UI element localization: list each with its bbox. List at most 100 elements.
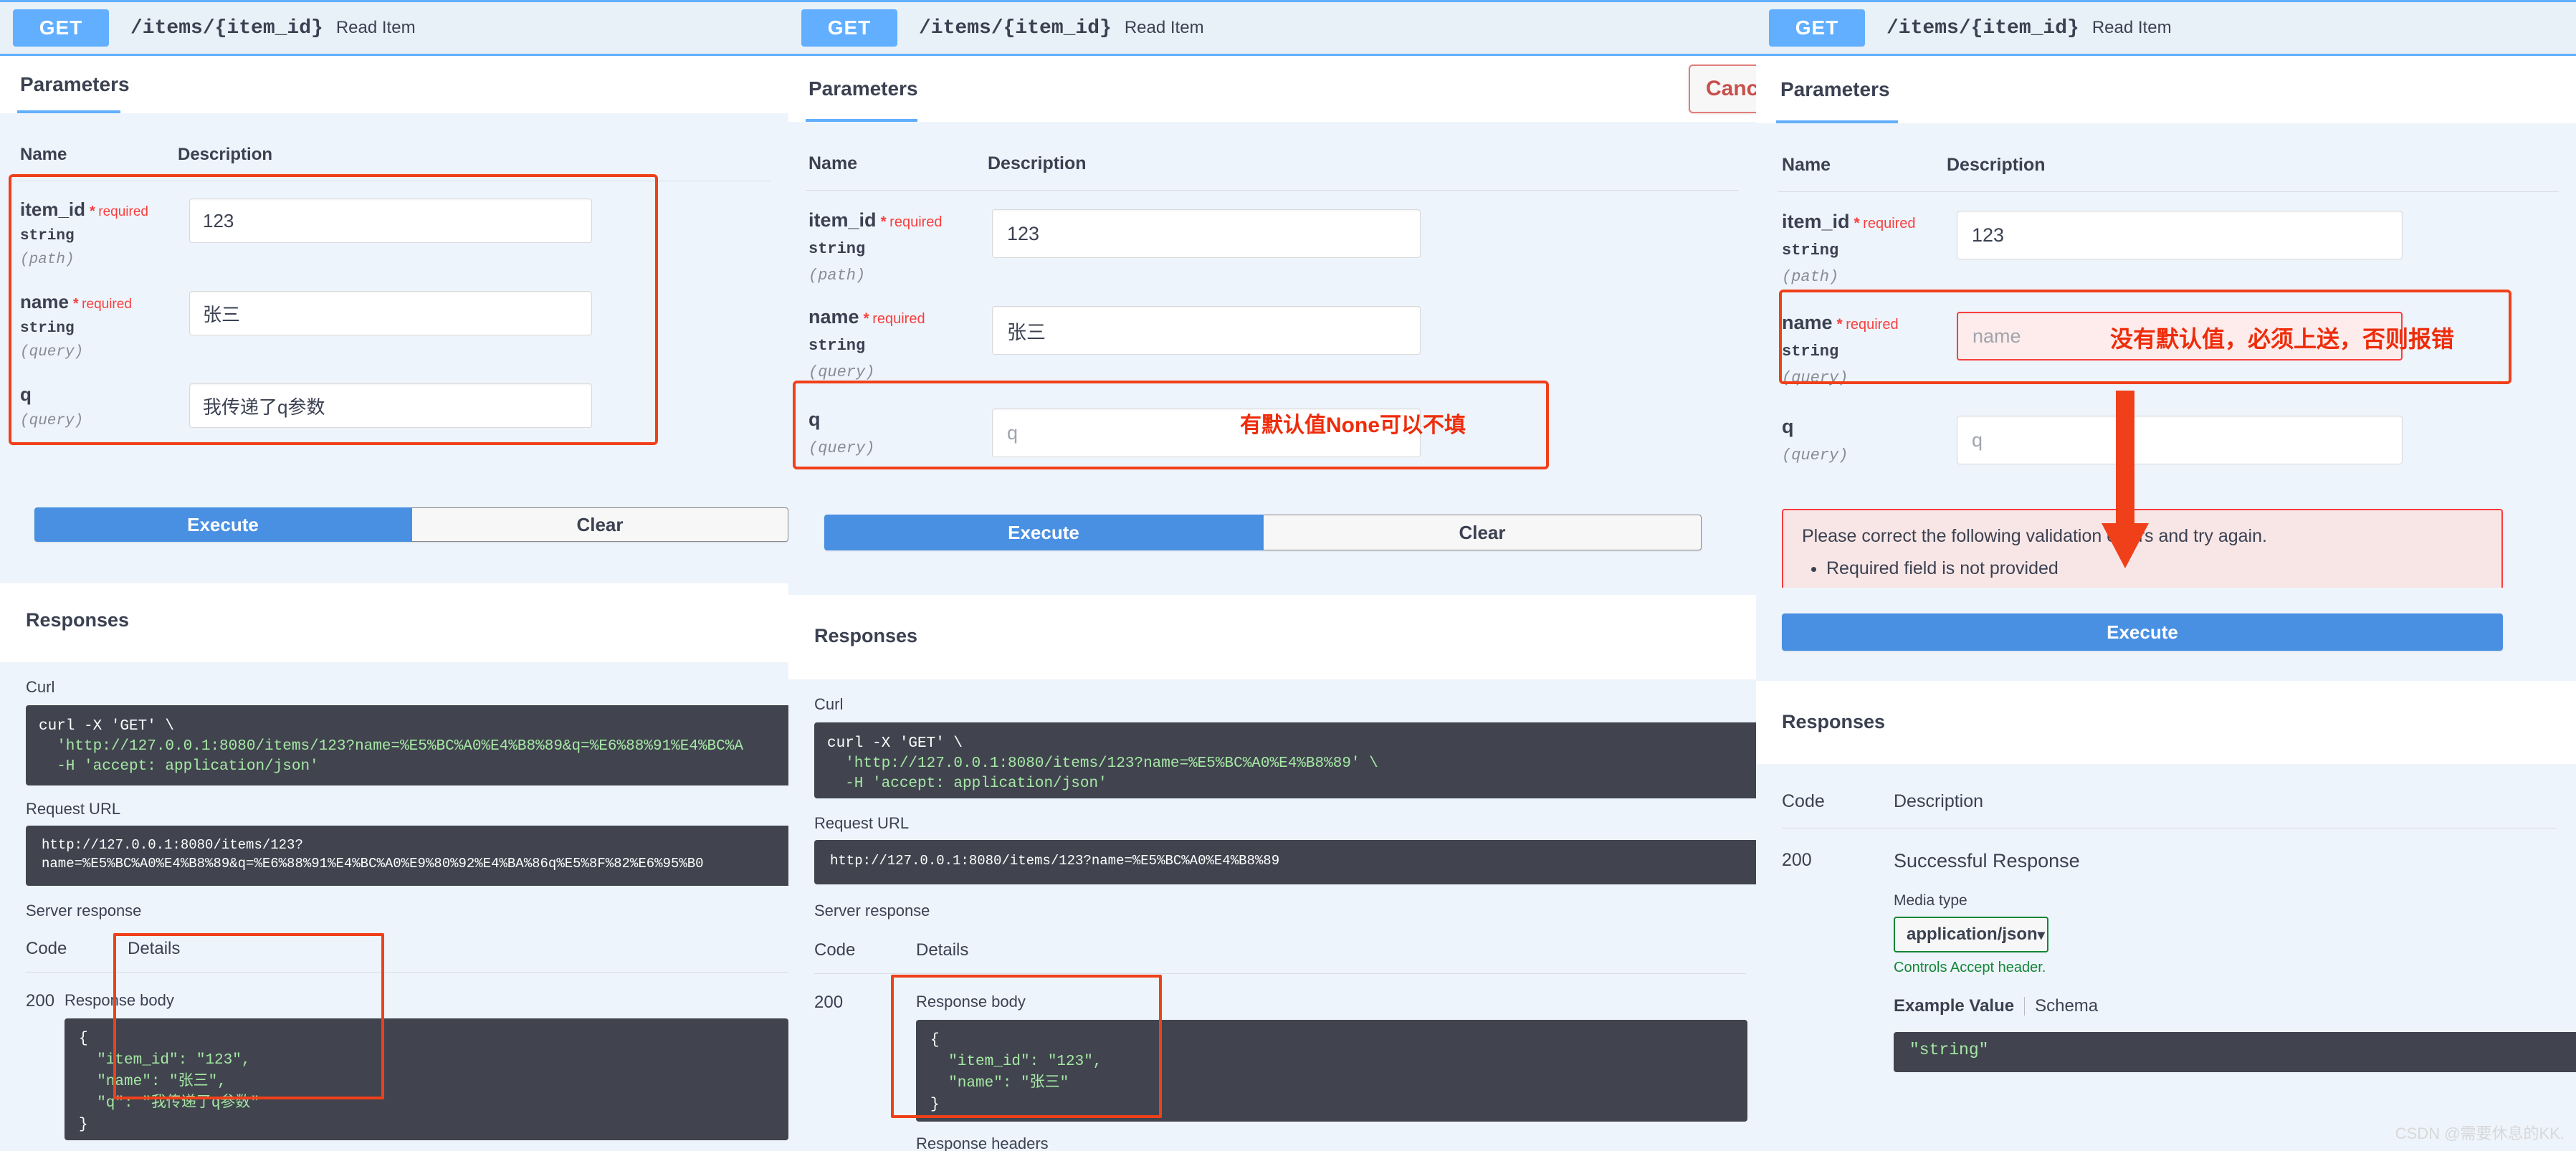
media-type-label: Media type bbox=[1894, 892, 1967, 909]
curl-code-block: curl -X 'GET' \ 'http://127.0.0.1:8080/i… bbox=[26, 705, 788, 785]
param-row-item-id: item_id * required string (path) 123 bbox=[788, 191, 1756, 285]
opblock-header-3[interactable]: GET /items/{item_id} Read Item bbox=[1756, 0, 2576, 56]
curl-line: curl -X 'GET' \ bbox=[827, 735, 963, 752]
request-url-code-block: http://127.0.0.1:8080/items/123? name=%E… bbox=[26, 826, 788, 886]
param-row-q: q (query) 我传递了q参数 bbox=[0, 360, 788, 429]
required-label: required bbox=[98, 204, 148, 219]
required-label: required bbox=[889, 214, 943, 230]
col-header-name: Name bbox=[20, 145, 67, 164]
response-details-3: Code Description 200 Successful Response… bbox=[1756, 764, 2576, 1151]
cancel-button[interactable]: Cancel bbox=[1689, 65, 1756, 113]
validation-error-item: Required field is not provided bbox=[1826, 558, 2483, 579]
opblock-header-2[interactable]: GET /items/{item_id} Read Item bbox=[788, 0, 1756, 56]
request-url-label: Request URL bbox=[814, 814, 910, 832]
required-star: * bbox=[90, 204, 95, 219]
param-input-q[interactable]: 我传递了q参数 bbox=[189, 383, 592, 428]
parameters-area-2: Name Description item_id * required strin… bbox=[788, 122, 1756, 495]
param-input-name[interactable]: 张三 bbox=[992, 306, 1421, 355]
operation-path: /items/{item_id} bbox=[1886, 16, 2079, 39]
parameters-tab-underline bbox=[1776, 120, 1898, 123]
responses-band-3: Responses bbox=[1756, 681, 2576, 764]
responses-title: Responses bbox=[1782, 711, 1886, 732]
opblock-header-1[interactable]: GET /items/{item_id} Read Item bbox=[0, 0, 788, 56]
curl-label: Curl bbox=[814, 695, 844, 713]
response-body-line: "item_id": "123", bbox=[930, 1054, 1102, 1070]
execute-area-1: Execute Clear bbox=[0, 483, 788, 583]
parameters-title: Parameters bbox=[20, 73, 130, 95]
param-location: (path) bbox=[1782, 268, 1839, 286]
media-type-select[interactable]: application/json ▾ bbox=[1894, 917, 2048, 952]
request-url-label: Request URL bbox=[26, 800, 121, 818]
response-body-code-block: { "item_id": "123", "name": "张三", "q": "… bbox=[65, 1018, 788, 1140]
schema-value: "string" bbox=[1909, 1041, 1989, 1059]
param-row-q: q (query) q bbox=[1756, 387, 2576, 464]
execute-area-3: Execute bbox=[1756, 588, 2576, 681]
curl-line: -H 'accept: application/json' bbox=[827, 775, 1107, 792]
operation-summary: Read Item bbox=[2091, 18, 2172, 37]
code-col-header: Code bbox=[1782, 791, 1825, 811]
details-col-header: Details bbox=[128, 939, 181, 958]
request-url-line: name=%E5%BC%A0%E4%B8%89&q=%E6%88%91%E4%B… bbox=[42, 856, 704, 871]
param-input-item-id[interactable]: 123 bbox=[189, 199, 592, 243]
param-location: (path) bbox=[20, 252, 75, 268]
param-location: (query) bbox=[1782, 446, 1848, 464]
param-name: item_id bbox=[1782, 211, 1850, 232]
response-details-1: Curl curl -X 'GET' \ 'http://127.0.0.1:8… bbox=[0, 662, 788, 1151]
media-type-value: application/json bbox=[1907, 925, 2038, 944]
required-star: * bbox=[72, 296, 79, 312]
execute-button[interactable]: Execute bbox=[1782, 613, 2503, 651]
three-panel-comparison: GET /items/{item_id} Read Item Parameter… bbox=[0, 0, 2576, 1151]
response-body-line: "name": "张三" bbox=[930, 1075, 1069, 1092]
annotation-text-name-required: 没有默认值，必须上送，否则报错 bbox=[2110, 326, 2455, 352]
curl-line: curl -X 'GET' \ bbox=[39, 718, 175, 735]
operation-path: /items/{item_id} bbox=[919, 16, 1112, 39]
panel-2: GET /items/{item_id} Read Item Parameter… bbox=[788, 0, 1756, 1151]
parameters-band-3: Parameters bbox=[1756, 56, 2576, 123]
param-input-q[interactable]: q bbox=[1957, 416, 2403, 464]
required-label: required bbox=[82, 297, 132, 312]
response-body-line: "q": "我传递了q参数" bbox=[79, 1095, 260, 1112]
tab-example-value[interactable]: Example Value bbox=[1894, 996, 2014, 1016]
required-star: * bbox=[1836, 316, 1843, 333]
param-type: string bbox=[1782, 343, 1839, 360]
param-row-name: name * required string (query) 张三 bbox=[0, 268, 788, 360]
request-url-line: http://127.0.0.1:8080/items/123? bbox=[42, 837, 303, 853]
responses-band-2: Responses bbox=[788, 595, 1756, 679]
request-url-code-block: http://127.0.0.1:8080/items/123?name=%E5… bbox=[814, 840, 1756, 884]
response-body-line: "name": "张三", bbox=[79, 1074, 226, 1090]
clear-button[interactable]: Clear bbox=[411, 507, 788, 542]
curl-line: 'http://127.0.0.1:8080/items/123?name=%E… bbox=[39, 738, 743, 755]
param-name: q bbox=[20, 383, 32, 405]
parameters-title: Parameters bbox=[808, 77, 918, 100]
response-body-line: { bbox=[79, 1031, 88, 1047]
operation-summary: Read Item bbox=[335, 18, 416, 37]
annotation-arrow-down bbox=[2102, 391, 2149, 568]
response-body-line: } bbox=[79, 1117, 88, 1133]
response-body-line: { bbox=[930, 1032, 940, 1049]
param-input-name[interactable]: 张三 bbox=[189, 291, 592, 335]
param-input-item-id[interactable]: 123 bbox=[992, 209, 1421, 258]
execute-button[interactable]: Execute bbox=[824, 515, 1263, 550]
responses-title: Responses bbox=[26, 609, 130, 631]
status-description: Successful Response bbox=[1894, 850, 2080, 871]
param-name: item_id bbox=[808, 209, 877, 231]
tab-schema[interactable]: Schema bbox=[2035, 996, 2098, 1016]
parameters-band-1: Parameters bbox=[0, 56, 788, 113]
parameters-band-2: Parameters Cancel bbox=[788, 56, 1756, 122]
status-code: 200 bbox=[1782, 850, 1812, 870]
server-response-label: Server response bbox=[814, 902, 930, 920]
responses-title: Responses bbox=[814, 625, 918, 646]
description-col-header: Description bbox=[1894, 791, 1984, 811]
clear-button[interactable]: Clear bbox=[1263, 515, 1702, 550]
parameters-tab-underline bbox=[806, 119, 917, 122]
col-header-name: Name bbox=[808, 153, 858, 173]
watermark: CSDN @需要休息的KK. bbox=[2395, 1124, 2565, 1142]
param-location: (query) bbox=[1782, 369, 1848, 387]
required-label: required bbox=[1863, 216, 1916, 231]
param-input-item-id[interactable]: 123 bbox=[1957, 211, 2403, 259]
param-row-name: name * required string (query) 张三 bbox=[788, 285, 1756, 381]
chevron-down-icon: ▾ bbox=[2037, 927, 2045, 943]
execute-button[interactable]: Execute bbox=[34, 507, 411, 542]
response-headers-label: Response headers bbox=[916, 1135, 1049, 1151]
param-name: name bbox=[1782, 312, 1833, 333]
